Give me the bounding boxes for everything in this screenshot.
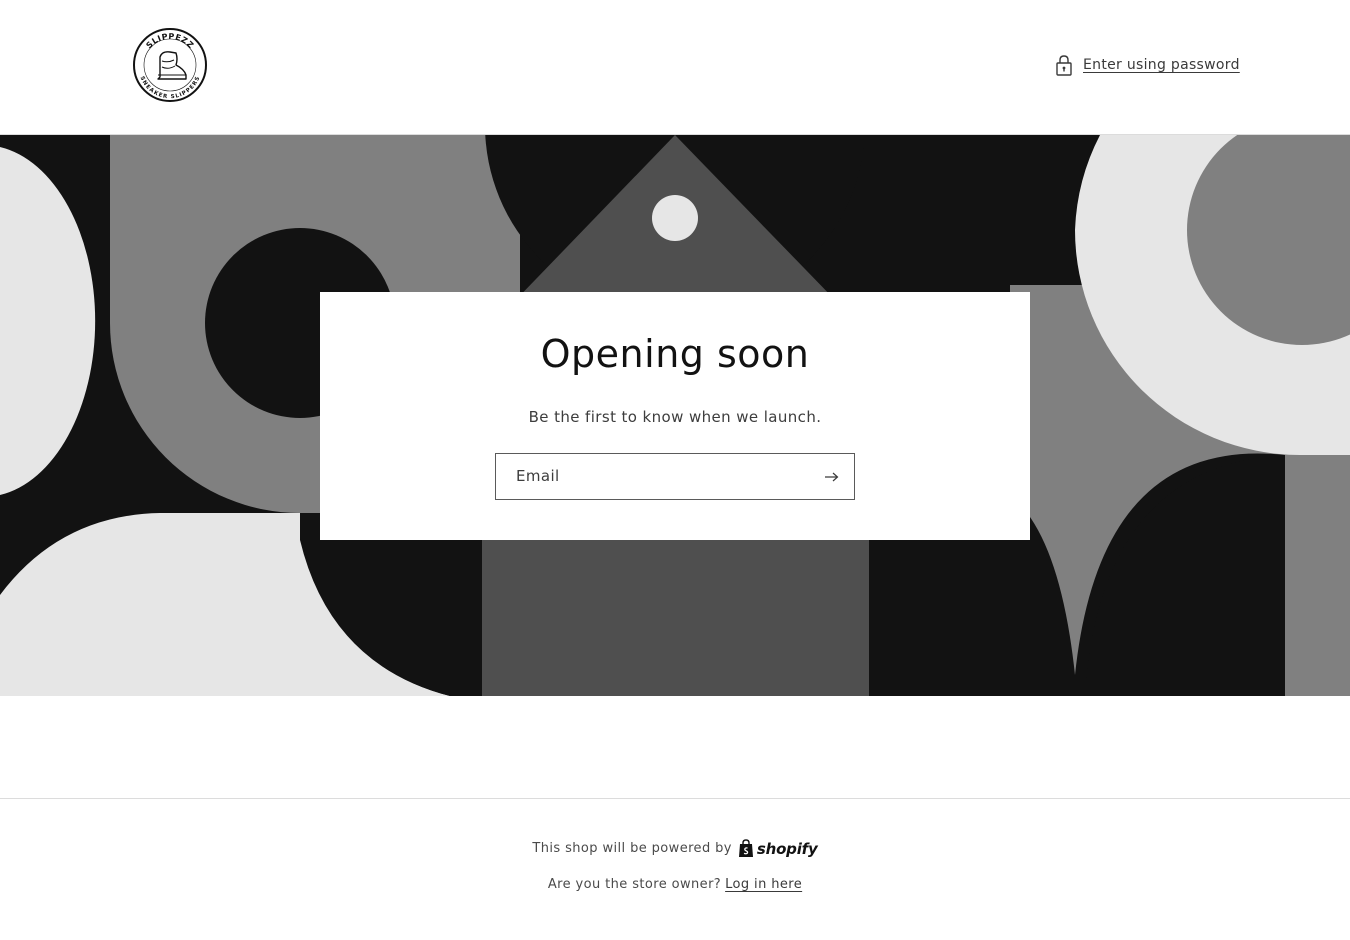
- owner-question: Are you the store owner?: [547, 877, 722, 892]
- store-logo[interactable]: SLIPPEZZ SNEAKER SLIPPERS: [132, 27, 208, 103]
- arrow-right-icon: [825, 472, 839, 481]
- shopify-bag-icon: [738, 839, 753, 857]
- login-link[interactable]: Log in here: [725, 877, 802, 892]
- site-footer: This shop will be powered by shopify Are…: [0, 798, 1350, 940]
- store-owner-line: Are you the store owner? Log in here: [0, 877, 1350, 892]
- email-field[interactable]: Email: [495, 453, 855, 500]
- lock-icon: [1056, 55, 1072, 76]
- email-input[interactable]: [496, 454, 816, 499]
- page-title: Opening soon: [540, 332, 810, 376]
- enter-password-label: Enter using password: [1083, 57, 1240, 73]
- powered-by: This shop will be powered by shopify: [0, 839, 1350, 858]
- shopify-logo-link[interactable]: shopify: [738, 839, 818, 858]
- shopify-wordmark: shopify: [756, 839, 818, 858]
- powered-by-text: This shop will be powered by: [532, 841, 732, 856]
- enter-password-link[interactable]: Enter using password: [1055, 52, 1240, 78]
- hero-banner: Opening soon Be the first to know when w…: [0, 135, 1350, 696]
- newsletter-card: Opening soon Be the first to know when w…: [320, 292, 1030, 540]
- subscribe-button[interactable]: [810, 454, 854, 499]
- site-header: SLIPPEZZ SNEAKER SLIPPERS Enter using pa…: [0, 0, 1350, 135]
- page-subtitle: Be the first to know when we launch.: [528, 408, 822, 426]
